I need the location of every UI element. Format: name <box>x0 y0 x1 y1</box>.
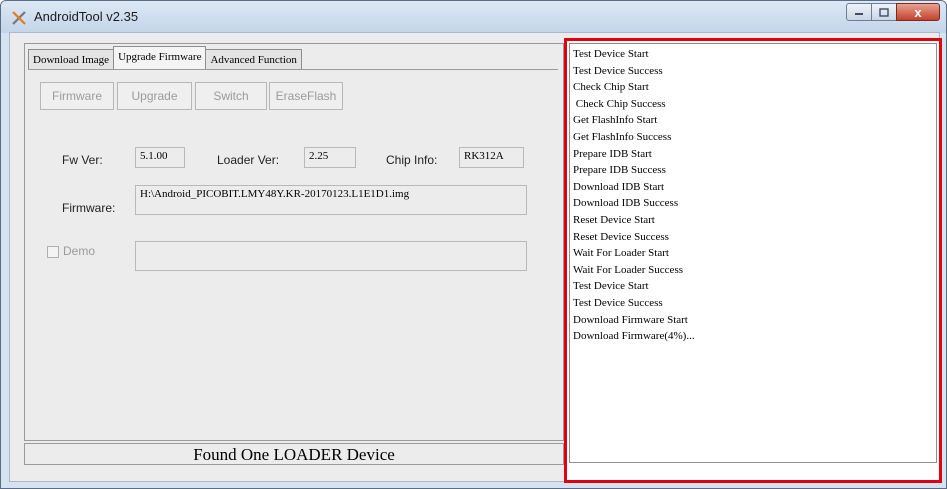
log-line: Wait For Loader Success <box>573 263 683 276</box>
log-line: Test Device Start <box>573 280 649 293</box>
maximize-button[interactable] <box>871 3 897 21</box>
log-line: Download IDB Success <box>573 197 679 210</box>
app-window: AndroidTool v2.35 x Download Image Upgra… <box>0 0 947 489</box>
tab-download-image[interactable]: Download Image <box>28 49 115 70</box>
chip-info-label: Chip Info: <box>386 153 438 167</box>
log-line: Test Device Start <box>573 48 649 60</box>
status-bar: Found One LOADER Device <box>24 443 564 465</box>
fw-ver-label: Fw Ver: <box>62 153 103 167</box>
erase-flash-button[interactable]: EraseFlash <box>269 82 343 110</box>
minimize-button[interactable] <box>846 3 872 21</box>
demo-field <box>135 241 527 271</box>
log-line: Reset Device Start <box>573 213 655 226</box>
firmware-path-field: H:\Android_PICOBIT.LMY48Y.KR-20170123.L1… <box>135 185 527 215</box>
firmware-button[interactable]: Firmware <box>40 82 114 110</box>
log-line: Get FlashInfo Success <box>573 130 672 143</box>
close-button[interactable]: x <box>896 3 940 21</box>
chip-info-field: RK312A <box>459 147 524 168</box>
close-icon: x <box>914 4 922 20</box>
demo-checkbox[interactable] <box>47 246 59 258</box>
log-highlight-frame: Test Device Start Test Device Success Chec… <box>564 38 942 483</box>
log-line: Reset Device Success <box>573 230 669 243</box>
window-title: AndroidTool v2.35 <box>34 9 139 24</box>
tab-advanced-function[interactable]: Advanced Function <box>205 49 302 70</box>
demo-label: Demo <box>63 244 96 258</box>
log-line: Wait For Loader Start <box>573 247 669 260</box>
tab-control: Download Image Upgrade Firmware Advanced… <box>24 43 564 441</box>
log-line: Download Firmware Start <box>573 313 688 326</box>
log-output[interactable]: Test Device Start Test Device Success Chec… <box>569 43 937 463</box>
log-line: Test Device Success <box>573 296 663 309</box>
log-line: Download IDB Start <box>573 180 665 193</box>
upgrade-firmware-panel: Firmware Upgrade Switch EraseFlash Fw Ve… <box>28 69 558 438</box>
switch-button[interactable]: Switch <box>195 82 267 110</box>
tab-upgrade-firmware[interactable]: Upgrade Firmware <box>113 46 207 70</box>
log-line: Get FlashInfo Start <box>573 114 658 127</box>
log-line: Test Device Success <box>573 64 663 77</box>
log-line: Check Chip Start <box>573 81 649 94</box>
minimize-icon <box>855 13 863 15</box>
maximize-icon <box>879 7 889 17</box>
client-area: Download Image Upgrade Firmware Advanced… <box>9 32 942 483</box>
firmware-label: Firmware: <box>62 201 116 215</box>
loader-ver-field: 2.25 <box>304 147 356 168</box>
loader-ver-label: Loader Ver: <box>217 153 280 167</box>
title-bar[interactable]: AndroidTool v2.35 x <box>1 1 946 33</box>
log-line: Download Firmware(4%)... <box>573 330 695 343</box>
log-line: Prepare IDB Success <box>573 164 666 177</box>
window-controls: x <box>846 3 940 21</box>
app-icon <box>12 11 26 25</box>
fw-ver-field: 5.1.00 <box>135 147 185 168</box>
log-line: Check Chip Success <box>573 97 666 110</box>
upgrade-button[interactable]: Upgrade <box>117 82 192 110</box>
log-line: Prepare IDB Start <box>573 147 652 160</box>
